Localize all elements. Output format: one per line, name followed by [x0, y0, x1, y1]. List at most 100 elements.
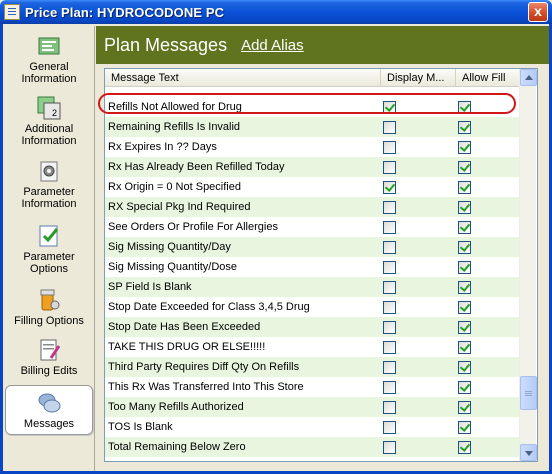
table-row[interactable]: Stop Date Has Been Exceeded: [105, 317, 523, 337]
table-row[interactable]: Rx Has Already Been Refilled Today: [105, 157, 523, 177]
table-row[interactable]: Too Many Refills Authorized: [105, 397, 523, 417]
table-row[interactable]: This Rx Was Transferred Into This Store: [105, 377, 523, 397]
allow-fill-checkbox[interactable]: [458, 341, 471, 354]
grid-rows: Refills Not Allowed for Drug Remaining Re…: [105, 88, 523, 462]
billing-edits-icon: [37, 338, 61, 362]
display-message-checkbox[interactable]: [383, 161, 396, 174]
allow-fill-checkbox[interactable]: [458, 361, 471, 374]
display-message-checkbox[interactable]: [383, 221, 396, 234]
allow-fill-checkbox[interactable]: [458, 181, 471, 194]
nav-item-parameter-information[interactable]: Parameter Information: [5, 157, 93, 211]
table-row[interactable]: Rx Origin = 0 Not Specified: [105, 177, 523, 197]
table-row[interactable]: TOS Is Blank: [105, 417, 523, 437]
section-header: Plan Messages Add Alias: [96, 26, 549, 64]
allow-fill-checkbox[interactable]: [458, 221, 471, 234]
allow-fill-checkbox[interactable]: [458, 301, 471, 314]
scroll-up-button[interactable]: [520, 69, 537, 86]
nav-label: Additional Information: [21, 123, 77, 147]
table-row[interactable]: SP Field Is Blank: [105, 277, 523, 297]
column-header-message-text[interactable]: Message Text: [105, 69, 381, 87]
display-message-checkbox[interactable]: [383, 441, 396, 454]
display-message-checkbox[interactable]: [383, 121, 396, 134]
message-text-cell: Remaining Refills Is Invalid: [108, 121, 241, 133]
nav-item-general-information[interactable]: General Information: [5, 32, 93, 85]
nav-label: Filling Options: [14, 315, 84, 327]
nav-label: General Information: [21, 61, 77, 85]
display-message-checkbox[interactable]: [383, 421, 396, 434]
table-row[interactable]: Total Remaining Below Zero: [105, 437, 523, 457]
grip-line: [525, 393, 532, 394]
message-text-cell: See Orders Or Profile For Allergies: [108, 221, 278, 233]
table-row[interactable]: Warning - Early Refill: [105, 457, 523, 462]
display-message-checkbox[interactable]: [383, 241, 396, 254]
grid-header: Message Text Display M... Allow Fill: [105, 69, 523, 87]
allow-fill-checkbox[interactable]: [458, 281, 471, 294]
display-message-checkbox[interactable]: [383, 341, 396, 354]
message-text-cell: Sig Missing Quantity/Dose: [108, 261, 237, 273]
allow-fill-checkbox[interactable]: [458, 241, 471, 254]
vertical-scrollbar[interactable]: [519, 69, 537, 461]
nav-label: Messages: [23, 418, 75, 430]
message-text-cell: Stop Date Exceeded for Class 3,4,5 Drug: [108, 301, 310, 313]
table-row[interactable]: Third Party Requires Diff Qty On Refills: [105, 357, 523, 377]
highlight-annotation: [98, 93, 516, 114]
message-text-cell: Rx Has Already Been Refilled Today: [108, 161, 285, 173]
message-text-cell: TAKE THIS DRUG OR ELSE!!!!!: [108, 341, 266, 353]
allow-fill-checkbox[interactable]: [458, 121, 471, 134]
column-header-display[interactable]: Display M...: [381, 69, 456, 87]
table-row[interactable]: Rx Expires In ?? Days: [105, 137, 523, 157]
scroll-down-button[interactable]: [520, 444, 537, 461]
nav-item-filling-options[interactable]: Filling Options: [5, 286, 93, 330]
column-header-allow-fill[interactable]: Allow Fill: [456, 69, 523, 87]
display-message-checkbox[interactable]: [383, 361, 396, 374]
allow-fill-checkbox[interactable]: [458, 141, 471, 154]
table-row[interactable]: Remaining Refills Is Invalid: [105, 117, 523, 137]
display-message-checkbox[interactable]: [383, 181, 396, 194]
nav-item-billing-edits[interactable]: Billing Edits: [5, 336, 93, 384]
allow-fill-checkbox[interactable]: [458, 461, 471, 462]
table-row[interactable]: Sig Missing Quantity/Dose: [105, 257, 523, 277]
app-icon: [4, 4, 20, 20]
side-nav: General Information 2 Additional Informa…: [3, 26, 95, 471]
display-message-checkbox[interactable]: [383, 301, 396, 314]
table-row[interactable]: RX Special Pkg Ind Required: [105, 197, 523, 217]
allow-fill-checkbox[interactable]: [458, 421, 471, 434]
add-alias-link[interactable]: Add Alias: [241, 37, 304, 54]
display-message-checkbox[interactable]: [383, 401, 396, 414]
display-message-checkbox[interactable]: [383, 321, 396, 334]
window-title: Price Plan: HYDROCODONE PC: [25, 4, 225, 20]
scroll-thumb[interactable]: [520, 376, 537, 410]
nav-item-parameter-options[interactable]: Parameter Options: [5, 222, 93, 276]
nav-item-additional-information[interactable]: 2 Additional Information: [5, 94, 93, 148]
allow-fill-checkbox[interactable]: [458, 441, 471, 454]
display-message-checkbox[interactable]: [383, 261, 396, 274]
additional-info-icon: 2: [37, 96, 61, 120]
svg-text:2: 2: [52, 108, 57, 118]
allow-fill-checkbox[interactable]: [458, 381, 471, 394]
message-text-cell: SP Field Is Blank: [108, 281, 192, 293]
display-message-checkbox[interactable]: [383, 381, 396, 394]
table-row[interactable]: TAKE THIS DRUG OR ELSE!!!!!: [105, 337, 523, 357]
nav-label: Billing Edits: [20, 365, 78, 377]
display-message-checkbox[interactable]: [383, 141, 396, 154]
nav-item-messages[interactable]: Messages: [5, 385, 93, 435]
page-title: Plan Messages: [104, 34, 228, 55]
table-row[interactable]: Sig Missing Quantity/Day: [105, 237, 523, 257]
allow-fill-checkbox[interactable]: [458, 161, 471, 174]
display-message-checkbox[interactable]: [383, 461, 396, 462]
nav-label: Parameter Options: [23, 251, 75, 275]
parameter-options-icon: [37, 224, 61, 248]
allow-fill-checkbox[interactable]: [458, 321, 471, 334]
message-text-cell: Rx Expires In ?? Days: [108, 141, 217, 153]
title-bar[interactable]: Price Plan: HYDROCODONE PC x: [0, 0, 552, 24]
allow-fill-checkbox[interactable]: [458, 201, 471, 214]
display-message-checkbox[interactable]: [383, 201, 396, 214]
allow-fill-checkbox[interactable]: [458, 401, 471, 414]
table-row[interactable]: Stop Date Exceeded for Class 3,4,5 Drug: [105, 297, 523, 317]
parameter-info-icon: [37, 159, 61, 183]
messages-grid[interactable]: Message Text Display M... Allow Fill Ref…: [104, 68, 538, 462]
allow-fill-checkbox[interactable]: [458, 261, 471, 274]
table-row[interactable]: See Orders Or Profile For Allergies: [105, 217, 523, 237]
close-button[interactable]: x: [528, 2, 548, 22]
display-message-checkbox[interactable]: [383, 281, 396, 294]
